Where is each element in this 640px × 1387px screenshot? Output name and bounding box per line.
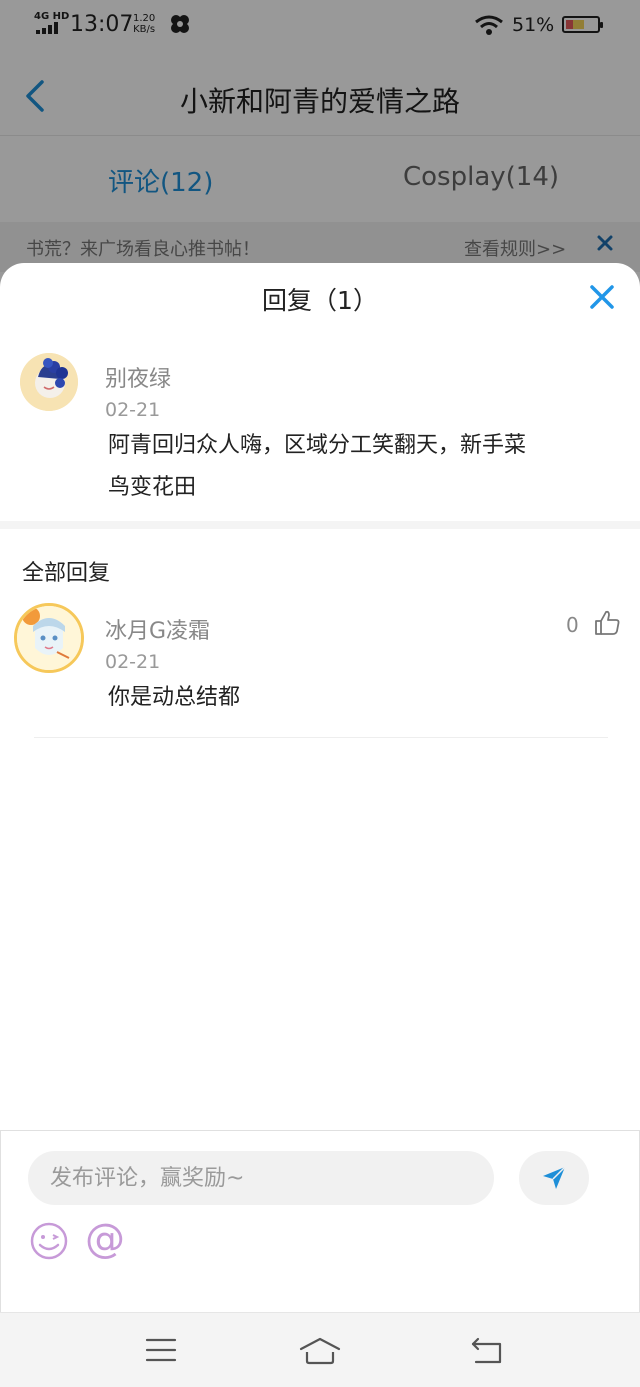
home-icon[interactable] (298, 1337, 342, 1365)
send-button[interactable] (519, 1151, 589, 1205)
section-title: 全部回复 (22, 561, 111, 586)
avatar-image (20, 353, 78, 411)
sheet-title: 回复（1） (262, 286, 378, 315)
username[interactable]: 别夜绿 (105, 361, 171, 393)
like-count: 0 (566, 613, 579, 637)
divider (34, 737, 608, 738)
avatar-image (17, 606, 81, 670)
avatar[interactable] (20, 353, 78, 411)
mention-button[interactable]: @ (85, 1215, 125, 1263)
background-page: 4G HD 13:07 1.20 KB/s 51% 小新和阿青的爱情之路 评论(… (0, 0, 640, 300)
reply-text: 你是动总结都 (108, 685, 241, 710)
back-nav-icon[interactable] (470, 1337, 504, 1365)
avatar[interactable] (14, 603, 84, 673)
overlay-scrim[interactable] (0, 0, 640, 300)
system-nav-bar (0, 1312, 640, 1387)
thumbs-up-icon[interactable] (593, 609, 621, 637)
menu-icon[interactable] (145, 1337, 177, 1363)
comment-composer: @ (0, 1130, 640, 1312)
comment-input[interactable] (28, 1151, 494, 1205)
reply-date: 02-21 (105, 651, 161, 673)
close-icon[interactable] (588, 283, 616, 311)
username[interactable]: 冰月G凌霜 (105, 613, 210, 645)
comment-date: 02-21 (105, 399, 161, 421)
send-icon (543, 1166, 566, 1189)
divider (0, 521, 640, 529)
emoji-icon[interactable] (29, 1221, 69, 1261)
comment-text: 阿青回归众人嗨，区域分工笑翻天，新手菜 鸟变花田 (108, 433, 527, 500)
